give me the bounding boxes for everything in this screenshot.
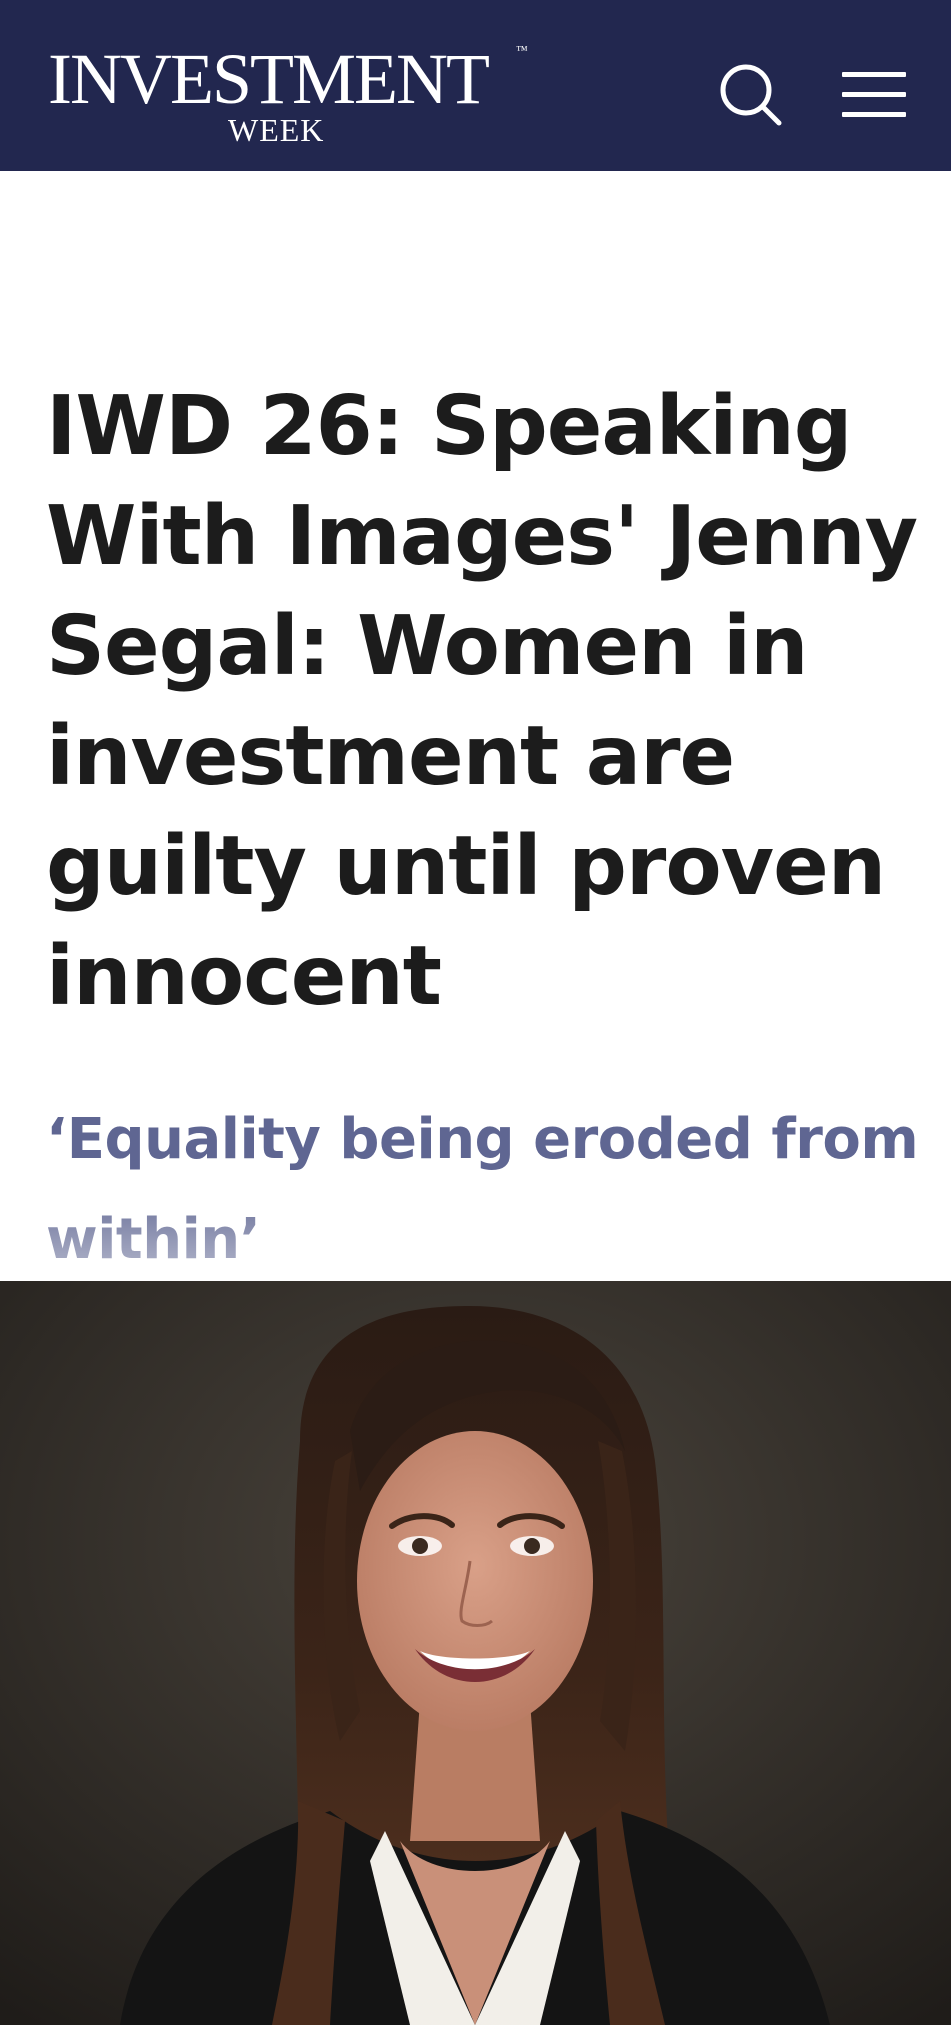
investment-week-logo[interactable]: INVESTMENT ™ WEEK	[48, 40, 538, 150]
hamburger-menu-icon-bar	[842, 92, 906, 97]
search-icon	[720, 64, 782, 126]
hamburger-menu-icon-bar	[842, 112, 906, 117]
menu-button[interactable]	[836, 62, 912, 126]
article-standfirst: ‘Equality being eroded from within’	[46, 1107, 919, 1272]
logo-subtitle: WEEK	[228, 112, 325, 148]
hamburger-menu-icon	[842, 72, 906, 77]
logo-trademark: ™	[516, 43, 528, 57]
site-header: INVESTMENT ™ WEEK	[0, 0, 951, 171]
search-button[interactable]	[716, 60, 786, 130]
logo-wordmark: INVESTMENT	[48, 39, 490, 119]
article-headline: IWD 26: Speaking With Images' Jenny Sega…	[46, 379, 918, 1024]
portrait-photo	[0, 1281, 951, 2025]
hero-image	[0, 1281, 951, 2025]
